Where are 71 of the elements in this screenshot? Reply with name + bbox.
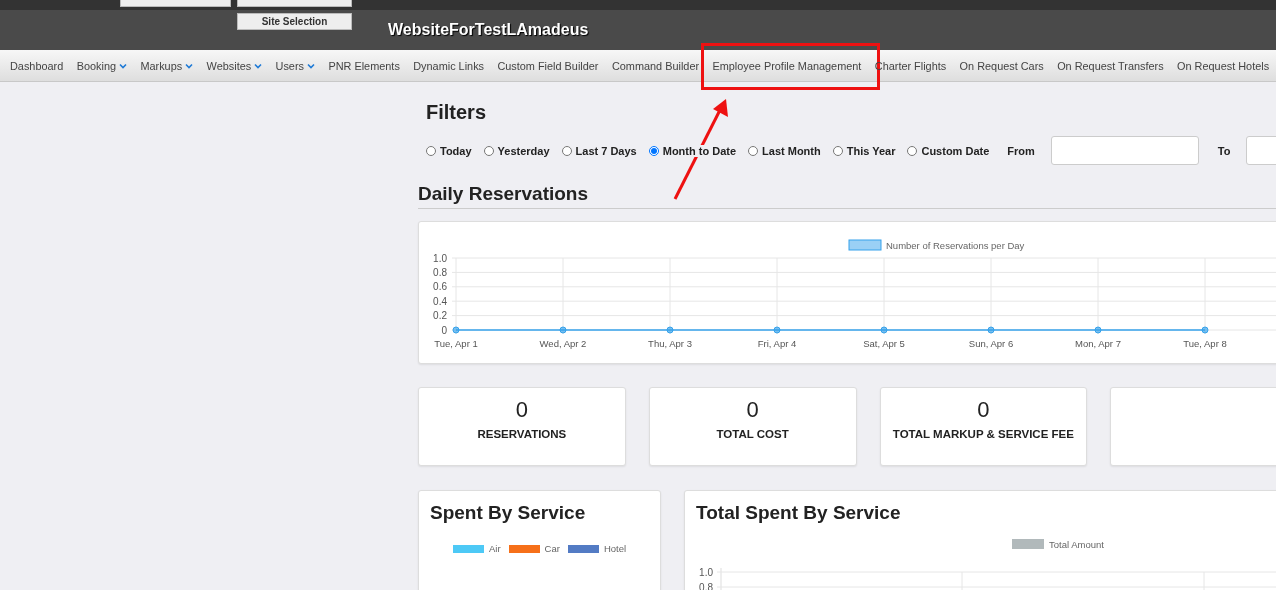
nav-link[interactable]: On Request Transfers bbox=[1057, 59, 1164, 72]
data-point bbox=[773, 326, 781, 334]
date-field[interactable] bbox=[1050, 136, 1199, 165]
axis-tick-label: 0.8 bbox=[433, 266, 447, 278]
nav-link[interactable]: Booking bbox=[76, 59, 117, 72]
nav-link[interactable]: On Request Hotels bbox=[1177, 59, 1270, 72]
legend-label: Air bbox=[488, 543, 501, 554]
radio-button[interactable] bbox=[907, 145, 918, 156]
radio-label: This Year bbox=[845, 144, 897, 157]
legend-label: Car bbox=[544, 543, 560, 554]
field-label: To bbox=[1216, 144, 1232, 157]
section-heading: Daily Reservations bbox=[418, 183, 1276, 209]
axis-tick-label: Thu, Apr 3 bbox=[648, 338, 692, 349]
nav-link[interactable]: Employee Profile Management bbox=[712, 59, 862, 72]
data-point bbox=[880, 326, 888, 334]
stat-label: TOTAL COST bbox=[716, 428, 789, 440]
stat-label: RESERVATIONS bbox=[477, 428, 567, 440]
nav-link[interactable]: Markups bbox=[140, 59, 183, 72]
legend-label: Total Amount bbox=[1049, 539, 1104, 550]
data-point bbox=[987, 326, 995, 334]
radio-button[interactable] bbox=[561, 145, 572, 156]
site-title: WebsiteForTestLAmadeus bbox=[388, 21, 589, 39]
nav-link[interactable]: Dashboard bbox=[10, 59, 64, 72]
radio-button[interactable] bbox=[832, 145, 843, 156]
data-point bbox=[666, 326, 674, 334]
radio-label: Custom Date bbox=[920, 144, 991, 157]
legend-label: Number of Reservations per Day bbox=[886, 240, 1025, 251]
field-label: From bbox=[1006, 144, 1036, 157]
axis-tick-label: Tue, Apr 1 bbox=[434, 338, 478, 349]
data-point bbox=[1201, 326, 1209, 334]
radio-button[interactable] bbox=[748, 145, 759, 156]
data-point bbox=[452, 326, 460, 334]
axis-tick-label: 1.0 bbox=[433, 252, 447, 264]
axis-tick-label: Tue, Apr 8 bbox=[1183, 338, 1227, 349]
data-point bbox=[1094, 326, 1102, 334]
filters-heading: Filters bbox=[426, 101, 488, 124]
axis-tick-label: 1.0 bbox=[699, 566, 713, 578]
axis-tick-label: 0.4 bbox=[433, 295, 447, 307]
axis-tick-label: Mon, Apr 7 bbox=[1075, 338, 1121, 349]
nav-link[interactable]: Dynamic Links bbox=[413, 59, 485, 72]
stat-value: 0 bbox=[515, 397, 528, 423]
radio-label: Last 7 Days bbox=[574, 144, 638, 157]
radio-button[interactable] bbox=[426, 145, 436, 156]
axis-tick-label: Fri, Apr 4 bbox=[757, 338, 797, 349]
data-point bbox=[559, 326, 567, 334]
radio-label: Today bbox=[439, 144, 473, 157]
axis-tick-label: 0 bbox=[441, 324, 447, 336]
nav-link[interactable]: On Request Cars bbox=[959, 59, 1044, 72]
nav-link[interactable]: Custom Field Builder bbox=[497, 59, 599, 72]
stat-value: 0 bbox=[746, 397, 759, 423]
stat-label: TOTAL MARKUP & SERVICE FEE bbox=[892, 428, 1074, 440]
radio-label: Yesterday bbox=[496, 144, 551, 157]
axis-tick-label: Sun, Apr 6 bbox=[968, 338, 1014, 349]
axis-tick-label: 0.2 bbox=[433, 310, 447, 322]
nav-link[interactable]: Command Builder bbox=[611, 59, 700, 72]
nav-link[interactable]: Users bbox=[275, 59, 304, 72]
radio-label: Last Month bbox=[761, 144, 822, 157]
axis-tick-label: Wed, Apr 2 bbox=[539, 338, 587, 349]
radio-button[interactable] bbox=[483, 145, 494, 156]
axis-tick-label: 0.8 bbox=[699, 581, 713, 590]
axis-tick-label: 0.6 bbox=[433, 281, 447, 293]
radio-label: Month to Date bbox=[661, 144, 738, 157]
site-button[interactable]: Site Selection bbox=[237, 13, 352, 30]
nav-link[interactable]: Websites bbox=[206, 59, 252, 72]
legend-label: Hotel bbox=[603, 543, 627, 554]
radio-button[interactable] bbox=[648, 145, 659, 156]
axis-tick-label: Sat, Apr 5 bbox=[863, 338, 905, 349]
card-title: Spent By Service bbox=[430, 502, 587, 524]
nav-link[interactable]: PNR Elements bbox=[328, 59, 400, 72]
card-title: Total Spent By Service bbox=[696, 502, 902, 524]
stat-value: 0 bbox=[977, 397, 990, 423]
